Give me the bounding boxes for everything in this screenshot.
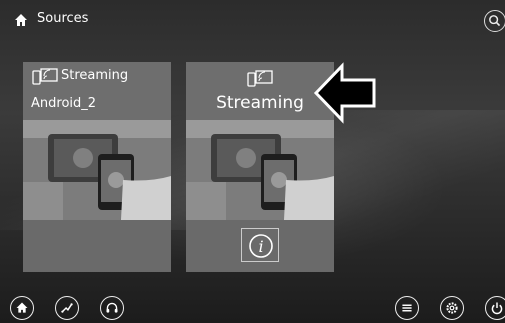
top-bar: Sources (0, 0, 505, 40)
phone-cast-icon (32, 68, 58, 86)
source-card-android[interactable]: Streaming Android_2 (23, 62, 171, 272)
info-icon[interactable]: i (241, 228, 279, 262)
home-icon[interactable] (14, 12, 28, 26)
menu-icon[interactable] (395, 296, 419, 320)
power-icon[interactable] (485, 296, 505, 320)
gear-icon[interactable] (440, 296, 464, 320)
apps-icon[interactable] (55, 296, 79, 320)
search-icon[interactable] (484, 10, 505, 32)
home-icon[interactable] (10, 296, 34, 320)
card-footer (23, 220, 171, 272)
pointer-arrow (312, 62, 378, 124)
streaming-photo (23, 120, 171, 220)
phone-cast-icon (247, 70, 273, 88)
streaming-photo (186, 120, 334, 220)
device-name: Android_2 (31, 96, 97, 111)
headphones-icon[interactable] (100, 296, 124, 320)
page-title: Sources (37, 11, 89, 26)
card-label: Streaming (61, 68, 129, 83)
sources-screen: Sources Streaming Android_2 Streaming i (0, 0, 505, 323)
svg-text:i: i (258, 237, 263, 256)
